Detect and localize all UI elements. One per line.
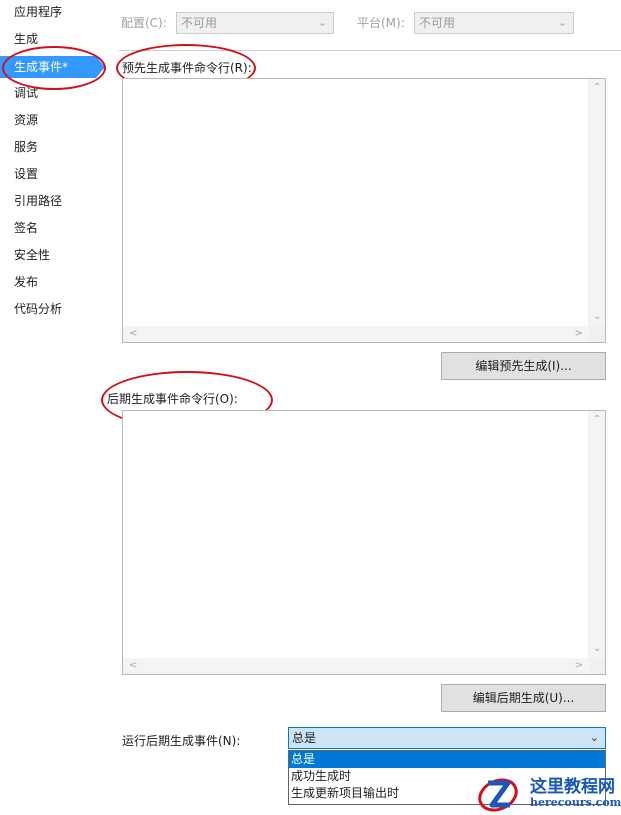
post-build-horizontal-scrollbar[interactable]: < > — [123, 658, 589, 674]
chevron-down-icon: ⌄ — [557, 16, 567, 29]
watermark-domain: herecours.com — [530, 796, 621, 809]
scroll-corner — [589, 658, 605, 674]
chevron-down-icon: ⌄ — [317, 16, 327, 29]
config-select-value: 不可用 — [181, 16, 218, 30]
sidebar-item-signing[interactable]: 签名 — [0, 217, 100, 239]
sidebar-item-settings[interactable]: 设置 — [0, 163, 100, 185]
pre-build-command-textarea[interactable]: ⌃ ⌄ < > — [122, 78, 606, 343]
pre-build-horizontal-scrollbar[interactable]: < > — [123, 326, 589, 342]
config-select[interactable]: 不可用 ⌄ — [176, 12, 334, 34]
scroll-down-arrow-icon[interactable]: ⌄ — [593, 644, 601, 654]
watermark-z-icon — [478, 778, 518, 812]
header-divider — [119, 50, 621, 51]
pre-build-vertical-scrollbar[interactable]: ⌃ ⌄ — [588, 79, 605, 326]
run-post-build-select-value: 总是 — [292, 731, 317, 745]
watermark-title: 这里教程网 — [530, 777, 615, 797]
watermark-logo: 这里教程网 herecours.com — [476, 770, 621, 815]
config-label: 配置(C): — [121, 16, 167, 30]
scroll-up-arrow-icon[interactable]: ⌃ — [593, 415, 601, 425]
sidebar-nav: 应用程序 生成 生成事件* 调试 资源 服务 设置 引用路径 签名 安全性 发布… — [0, 0, 108, 815]
scroll-down-arrow-icon[interactable]: ⌄ — [593, 312, 601, 322]
scroll-corner — [589, 326, 605, 342]
run-post-build-select[interactable]: 总是 ⌄ — [288, 727, 606, 749]
scroll-left-arrow-icon[interactable]: < — [129, 661, 137, 671]
post-build-label: 后期生成事件命令行(O): — [107, 392, 238, 406]
sidebar-item-code-analysis[interactable]: 代码分析 — [0, 298, 100, 320]
platform-select-value: 不可用 — [419, 16, 456, 30]
post-build-vertical-scrollbar[interactable]: ⌃ ⌄ — [588, 411, 605, 658]
platform-label: 平台(M): — [357, 16, 405, 30]
platform-select[interactable]: 不可用 ⌄ — [414, 12, 574, 34]
sidebar-item-resources[interactable]: 资源 — [0, 109, 100, 131]
run-post-build-label: 运行后期生成事件(N): — [122, 734, 241, 748]
scroll-right-arrow-icon[interactable]: > — [575, 661, 583, 671]
scroll-right-arrow-icon[interactable]: > — [575, 329, 583, 339]
sidebar-item-debug[interactable]: 调试 — [0, 82, 100, 104]
scroll-up-arrow-icon[interactable]: ⌃ — [593, 83, 601, 93]
scroll-left-arrow-icon[interactable]: < — [129, 329, 137, 339]
edit-post-build-button[interactable]: 编辑后期生成(U)... — [441, 684, 606, 712]
sidebar-item-reference-paths[interactable]: 引用路径 — [0, 190, 100, 212]
sidebar-item-publish[interactable]: 发布 — [0, 271, 100, 293]
sidebar-item-application[interactable]: 应用程序 — [0, 1, 100, 23]
sidebar-item-services[interactable]: 服务 — [0, 136, 100, 158]
sidebar-item-build-events[interactable]: 生成事件* — [0, 56, 96, 78]
sidebar-item-build[interactable]: 生成 — [0, 28, 100, 50]
selected-arrow-indicator — [96, 56, 105, 78]
chevron-down-icon: ⌄ — [589, 731, 599, 744]
sidebar-item-security[interactable]: 安全性 — [0, 244, 100, 266]
option-always[interactable]: 总是 — [289, 751, 605, 768]
pre-build-label: 预先生成事件命令行(R): — [122, 61, 252, 75]
post-build-command-textarea[interactable]: ⌃ ⌄ < > — [122, 410, 606, 675]
edit-pre-build-button[interactable]: 编辑预先生成(I)... — [441, 352, 606, 380]
